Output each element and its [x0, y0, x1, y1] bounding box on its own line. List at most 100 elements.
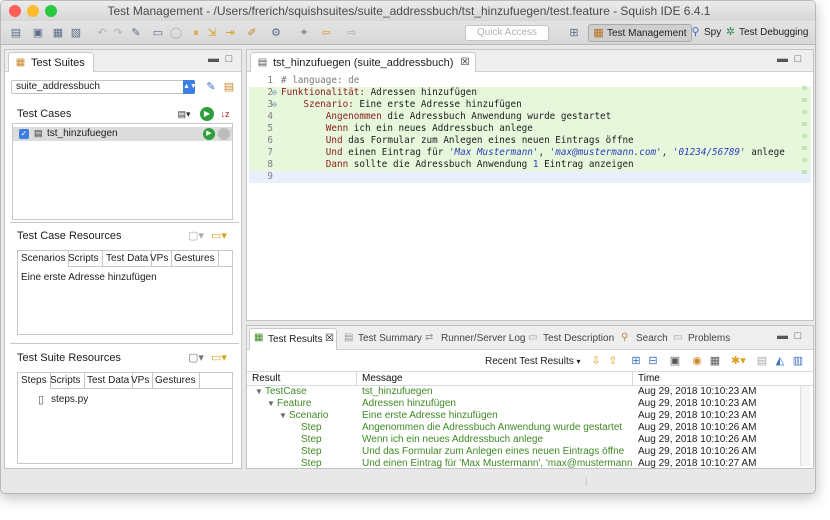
new-suite-icon[interactable]: ✎ — [204, 80, 218, 94]
tab-problems[interactable]: Problems — [688, 333, 730, 344]
minimize-window-button[interactable] — [27, 5, 39, 17]
object-map-icon[interactable]: ⚙ — [269, 26, 283, 40]
perspective-spy[interactable]: ⚲ Spy — [686, 24, 725, 42]
settings-icon[interactable]: ✦ — [297, 26, 311, 40]
tab-test-data[interactable]: Test Data — [84, 373, 134, 389]
table-row[interactable]: ▼ Scenario Eine erste Adresse hinzufügen Au… — [247, 410, 807, 422]
expand-all-icon[interactable]: ⊞ — [629, 354, 643, 368]
tab-test-summary[interactable]: Test Summary — [358, 333, 422, 344]
tab-feature-file[interactable]: ▤ tst_hinzufuegen (suite_addressbuch) ☒ — [250, 52, 477, 73]
perspective-test-management[interactable]: ▦ Test Management — [588, 24, 692, 42]
run-all-icon[interactable]: ▶ — [200, 107, 214, 121]
tab-scenarios[interactable]: Scenarios — [18, 251, 70, 267]
tab-vps[interactable]: VPs — [128, 373, 154, 389]
table-row[interactable]: Step Und einen Eintrag für 'Max Musterman… — [247, 458, 807, 470]
filter-icon[interactable]: ◉ — [690, 354, 704, 368]
tab-test-description[interactable]: Test Description — [543, 333, 614, 344]
pause-icon[interactable]: ⏸ — [189, 26, 203, 40]
table-row[interactable]: Step Angenommen die Adressbuch Anwendung … — [247, 422, 807, 434]
editor-line[interactable]: 1 # language: de — [249, 75, 811, 87]
editor-line[interactable]: 7 Und einen Eintrag für 'Max Mustermann'… — [249, 147, 811, 159]
tab-scripts[interactable]: Scripts — [47, 373, 85, 389]
compare-icon[interactable]: ◭ — [773, 354, 787, 368]
perspective-test-debugging[interactable]: ✲ Test Debugging — [721, 24, 813, 42]
editor-line[interactable]: 9 — [249, 171, 811, 183]
zoom-window-button[interactable] — [45, 5, 57, 17]
new-resource-icon[interactable]: ▢▾ — [188, 229, 204, 243]
tab-runner-server-log[interactable]: Runner/Server Log — [441, 333, 526, 344]
editor-line[interactable]: 5 Wenn ich ein neues Addressbuch anlege — [249, 123, 811, 135]
step-over-icon[interactable]: ⇥ — [223, 26, 237, 40]
tab-steps[interactable]: Steps — [18, 373, 51, 389]
suite-selector[interactable]: suite_addressbuch ▲▼ — [11, 80, 197, 94]
expand-toggle-icon[interactable]: ▼ — [255, 386, 263, 398]
expand-toggle-icon[interactable]: ▼ — [279, 410, 287, 422]
export-icon[interactable]: ▦ — [708, 354, 722, 368]
quick-access-field[interactable]: Quick Access — [465, 25, 549, 41]
maximize-icon[interactable]: □ — [793, 54, 803, 65]
save-all-icon[interactable]: ▧ — [69, 26, 83, 40]
open-perspective-icon[interactable]: ⊞ — [567, 26, 581, 40]
editor-line[interactable]: 6 Und das Formular zum Anlegen eines neu… — [249, 135, 811, 147]
arrow-up-icon[interactable]: ⇧ — [606, 354, 620, 368]
settings-icon[interactable]: ✱▾ — [731, 354, 746, 368]
table-row[interactable]: Step Und das Formular zum Anlegen eines n… — [247, 446, 807, 458]
collapse-all-icon[interactable]: ⊟ — [646, 354, 660, 368]
close-icon[interactable]: ☒ — [460, 53, 469, 73]
forward-icon[interactable]: ⇨ — [345, 26, 359, 40]
tab-scripts[interactable]: Scripts — [65, 251, 103, 267]
new-icon[interactable]: ▤ — [9, 26, 23, 40]
editor-line[interactable]: 4 Angenommen die Adressbuch Anwendung wu… — [249, 111, 811, 123]
editor-line[interactable]: 8 Dann sollte die Adressbuch Anwendung 1… — [249, 159, 811, 171]
code-editor[interactable]: 1 # language: de 2 ⊖ Funktionalität: Adresse… — [249, 74, 811, 314]
tab-test-results[interactable]: ▦ Test Results ☒ — [249, 328, 337, 350]
chart-icon[interactable]: ▥ — [791, 354, 805, 368]
import-resource-icon[interactable]: ▭▾ — [211, 229, 227, 243]
editor-line[interactable]: 3 ⊖ Szenario: Eine erste Adresse hinzufüg… — [249, 99, 811, 111]
new-script-icon[interactable]: ▭ — [151, 26, 165, 40]
arrow-down-icon[interactable]: ⇩ — [589, 354, 603, 368]
tab-test-data[interactable]: Test Data — [103, 251, 153, 267]
checkbox-checked-icon[interactable]: ✓ — [19, 129, 29, 139]
recent-test-results-menu[interactable]: Recent Test Results ▾ — [485, 354, 581, 370]
table-row[interactable]: Step Wenn ich ein neues Addressbuch anleg… — [247, 434, 807, 446]
close-icon[interactable]: ☒ — [325, 333, 334, 344]
editor-line[interactable]: 2 ⊖ Funktionalität: Adressen hinzufügen — [249, 87, 811, 99]
table-row[interactable]: ▼ TestCase tst_hinzufuegen Aug 29, 2018 10:… — [247, 386, 807, 398]
sort-icon[interactable]: ↓z — [218, 107, 232, 121]
screenshot-icon[interactable]: ▣ — [668, 354, 682, 368]
redo-icon[interactable]: ↷ — [111, 26, 125, 40]
tab-gestures[interactable]: Gestures — [152, 373, 200, 389]
new-suite-resource-icon[interactable]: ▢▾ — [188, 351, 204, 365]
close-window-button[interactable] — [9, 5, 21, 17]
resize-handle-icon[interactable]: ⁞ — [585, 477, 588, 488]
minimize-icon[interactable]: ▬ — [777, 331, 788, 342]
record-test-case-icon[interactable] — [218, 128, 230, 140]
tab-gestures[interactable]: Gestures — [171, 251, 219, 267]
pin-icon[interactable]: ▤ — [755, 354, 769, 368]
run-test-case-icon[interactable]: ▶ — [203, 128, 215, 140]
tab-search[interactable]: Search — [636, 333, 668, 344]
expand-toggle-icon[interactable]: ▼ — [267, 398, 275, 410]
import-suite-resource-icon[interactable]: ▭▾ — [211, 351, 227, 365]
new-bdd-test-case-icon[interactable]: ▤▾ — [177, 107, 191, 121]
list-item[interactable]: ✓ ▤ tst_hinzufuegen ▶ — [13, 127, 232, 141]
table-row[interactable]: ▼ Feature Adressen hinzufügen Aug 29, 2018 … — [247, 398, 807, 410]
maximize-icon[interactable]: □ — [224, 54, 234, 65]
fold-toggle-icon[interactable]: ⊖ — [272, 99, 277, 111]
edit-icon[interactable]: ✐ — [245, 26, 259, 40]
vertical-scrollbar[interactable] — [800, 386, 810, 466]
steps-file-item[interactable]: steps.py — [51, 394, 88, 405]
suite-settings-icon[interactable]: ▤ — [222, 80, 236, 94]
tab-test-suites[interactable]: ▦ Test Suites — [8, 52, 94, 72]
stop-icon[interactable]: ◯ — [169, 26, 183, 40]
undo-icon[interactable]: ↶ — [95, 26, 109, 40]
open-icon[interactable]: ▣ — [31, 26, 45, 40]
save-icon[interactable]: ▦ — [51, 26, 65, 40]
minimize-icon[interactable]: ▬ — [208, 54, 219, 65]
step-into-icon[interactable]: ⇲ — [205, 26, 219, 40]
maximize-icon[interactable]: □ — [793, 331, 803, 342]
minimize-icon[interactable]: ▬ — [777, 54, 788, 65]
back-icon[interactable]: ⇦ — [319, 26, 333, 40]
tab-vps[interactable]: VPs — [147, 251, 173, 267]
